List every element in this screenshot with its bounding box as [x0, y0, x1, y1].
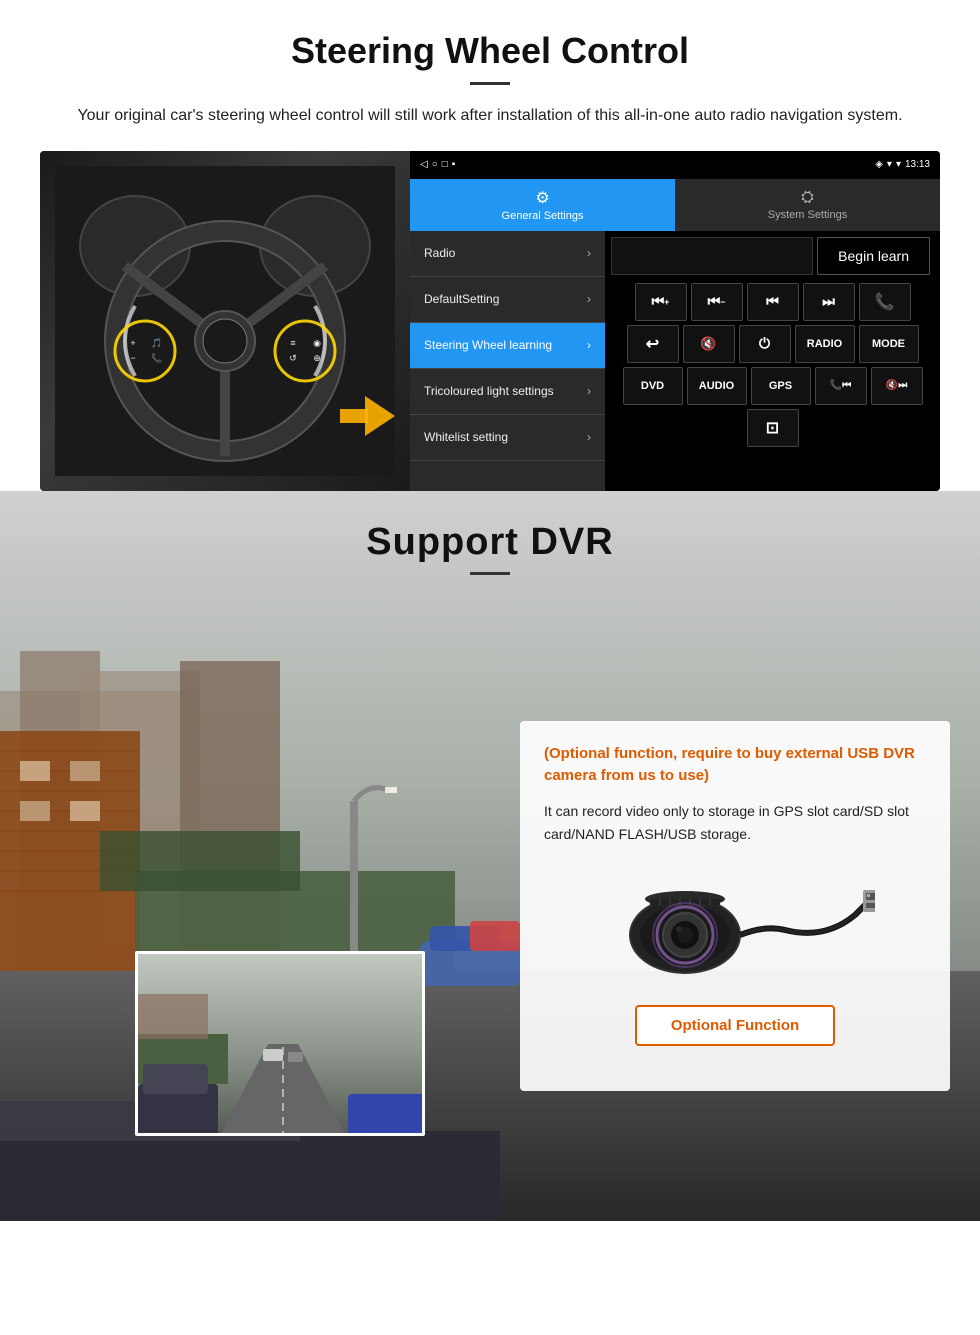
svg-text:−: −: [130, 353, 135, 363]
home-icon: ○: [432, 159, 438, 170]
menu-whitelist-chevron: ›: [587, 430, 591, 444]
menu-item-steering-learning[interactable]: Steering Wheel learning ›: [410, 323, 605, 369]
svg-text:+: +: [130, 338, 135, 348]
menu-item-radio[interactable]: Radio ›: [410, 231, 605, 277]
mode-btn[interactable]: MODE: [859, 325, 919, 363]
prev-btn[interactable]: ⏮: [747, 283, 799, 321]
settings-gear-icon: ⚙: [535, 188, 549, 208]
menu-default-chevron: ›: [587, 292, 591, 306]
svg-text:◉: ◉: [313, 338, 321, 348]
recents-icon: □: [442, 159, 448, 170]
menu-steering-chevron: ›: [587, 338, 591, 352]
menu-radio-chevron: ›: [587, 246, 591, 260]
menu-default-label: DefaultSetting: [424, 292, 499, 306]
steering-photo: + 🎵 − 📞 ≡ ◉ ↺ ⊕: [40, 151, 410, 491]
control-row-3: DVD AUDIO GPS 📞⏮ 🔇⏭: [611, 367, 934, 405]
dvr-camera-illustration: [544, 865, 926, 985]
tab-system-settings[interactable]: ⛭ System Settings: [675, 179, 940, 231]
wifi-icon: ▾: [896, 159, 901, 170]
steering-section: Steering Wheel Control Your original car…: [0, 0, 980, 491]
vol-up-btn[interactable]: ⏮+: [635, 283, 687, 321]
menu-steering-label: Steering Wheel learning: [424, 338, 552, 352]
dvr-title-area: Support DVR: [0, 491, 980, 585]
optional-function-button[interactable]: Optional Function: [635, 1005, 835, 1046]
tab-general-settings[interactable]: ⚙ General Settings: [410, 179, 675, 231]
dvr-road-thumbnail: [135, 951, 425, 1136]
dvr-optional-text: (Optional function, require to buy exter…: [544, 743, 926, 788]
menu-item-tricoloured[interactable]: Tricoloured light settings ›: [410, 369, 605, 415]
menu-tricoloured-label: Tricoloured light settings: [424, 384, 554, 398]
mute-btn[interactable]: 🔇: [683, 325, 735, 363]
dvr-section: Support DVR (Optional function, require …: [0, 491, 980, 1221]
control-row-1: ⏮+ ⏮− ⏮ ⏭ 📞: [611, 283, 934, 321]
page-title: Steering Wheel Control: [40, 30, 940, 72]
menu-tricoloured-chevron: ›: [587, 384, 591, 398]
steering-control-panel: Begin learn ⏮+ ⏮− ⏮ ⏭ 📞 ↩ 🔇 ⏻: [605, 231, 940, 491]
svg-text:↺: ↺: [289, 353, 297, 363]
subtitle-text: Your original car's steering wheel contr…: [60, 103, 920, 129]
steering-wheel-svg: + 🎵 − 📞 ≡ ◉ ↺ ⊕: [55, 166, 395, 476]
back-icon: ◁: [420, 159, 428, 170]
audio-btn[interactable]: AUDIO: [687, 367, 747, 405]
screenshot-container: + 🎵 − 📞 ≡ ◉ ↺ ⊕ ◁ ○ □: [40, 151, 940, 491]
dvr-title: Support DVR: [0, 521, 980, 564]
dvr-info-box: (Optional function, require to buy exter…: [520, 721, 950, 1091]
menu-icon: ▪: [452, 159, 456, 170]
system-icon: ⛭: [801, 189, 814, 207]
statusbar-nav-icons: ◁ ○ □ ▪: [420, 159, 455, 170]
camera-svg: [595, 865, 875, 985]
call-btn[interactable]: 📞: [859, 283, 911, 321]
thumbnail-svg: [138, 954, 425, 1136]
svg-text:🎵: 🎵: [151, 338, 162, 348]
settings-menu-list: Radio › DefaultSetting › Steering Wheel …: [410, 231, 605, 491]
vol-down-btn[interactable]: ⏮−: [691, 283, 743, 321]
dvr-description-text: It can record video only to storage in G…: [544, 800, 926, 848]
hangup-btn[interactable]: ↩: [627, 325, 679, 363]
title-divider: [470, 82, 510, 85]
svg-text:≡: ≡: [290, 338, 295, 348]
svg-text:📞: 📞: [151, 352, 163, 363]
signal-icon: ▾: [887, 159, 892, 170]
dvr-title-divider: [470, 572, 510, 575]
menu-item-whitelist[interactable]: Whitelist setting ›: [410, 415, 605, 461]
control-row-2: ↩ 🔇 ⏻ RADIO MODE: [611, 325, 934, 363]
call-prev-btn[interactable]: 📞⏮: [815, 367, 867, 405]
gps-btn[interactable]: GPS: [751, 367, 811, 405]
empty-space: [611, 237, 813, 275]
android-ui: ◁ ○ □ ▪ ◈ ▾ ▾ 13:13 ⚙ General Settings: [410, 151, 940, 491]
begin-learn-button[interactable]: Begin learn: [817, 237, 930, 275]
radio-btn[interactable]: RADIO: [795, 325, 855, 363]
next-btn[interactable]: ⏭: [803, 283, 855, 321]
menu-item-default-setting[interactable]: DefaultSetting ›: [410, 277, 605, 323]
begin-learn-row: Begin learn: [611, 237, 934, 275]
tab-general-label: General Settings: [502, 210, 584, 222]
time-display: 13:13: [905, 159, 930, 170]
mute-next-btn[interactable]: 🔇⏭: [871, 367, 923, 405]
media-btn[interactable]: ⊡: [747, 409, 799, 447]
svg-text:⊕: ⊕: [313, 353, 321, 363]
location-icon: ◈: [875, 159, 883, 170]
tab-system-label: System Settings: [768, 209, 847, 221]
android-statusbar: ◁ ○ □ ▪ ◈ ▾ ▾ 13:13: [410, 151, 940, 179]
statusbar-status-icons: ◈ ▾ ▾ 13:13: [875, 159, 930, 170]
menu-whitelist-label: Whitelist setting: [424, 430, 508, 444]
control-row-4: ⊡: [611, 409, 934, 447]
android-tabs: ⚙ General Settings ⛭ System Settings: [410, 179, 940, 231]
dvd-btn[interactable]: DVD: [623, 367, 683, 405]
menu-radio-label: Radio: [424, 246, 455, 260]
power-btn[interactable]: ⏻: [739, 325, 791, 363]
android-content: Radio › DefaultSetting › Steering Wheel …: [410, 231, 940, 491]
